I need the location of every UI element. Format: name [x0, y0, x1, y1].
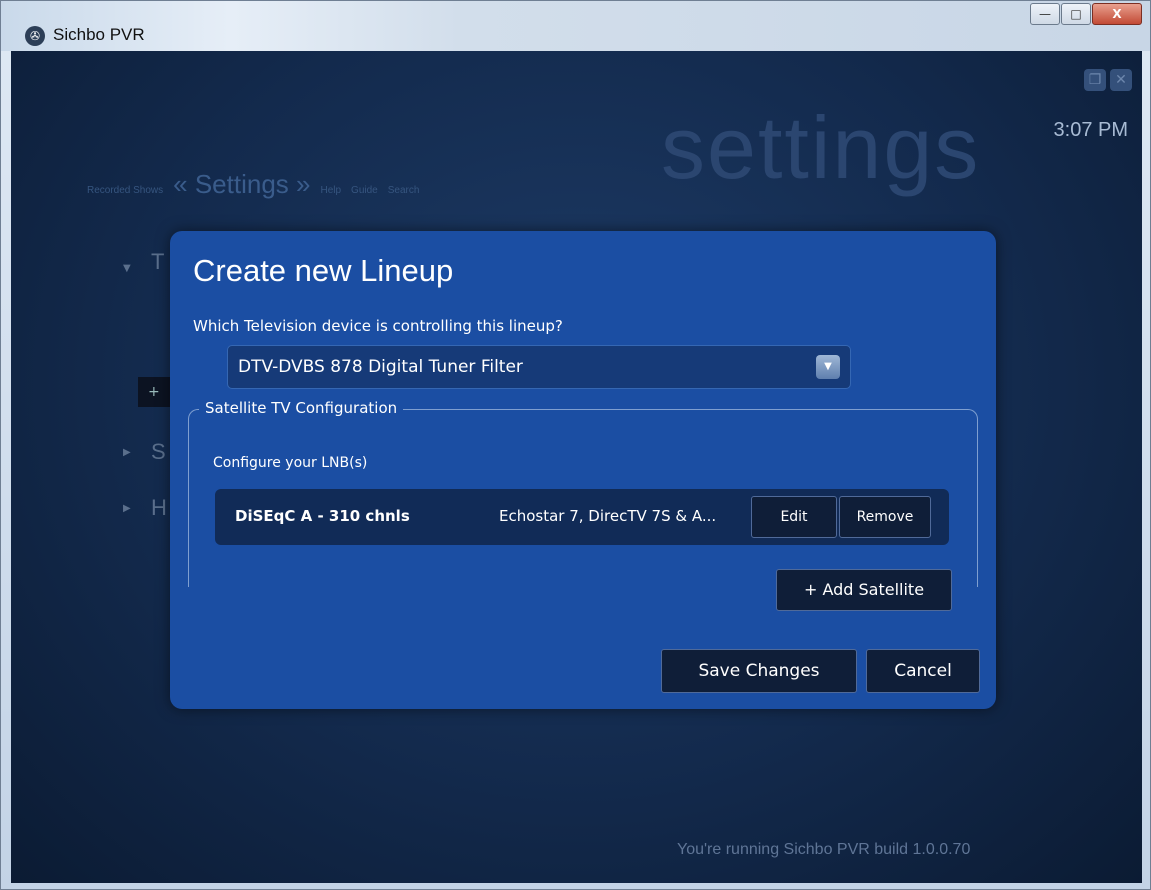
device-select[interactable]: DTV-DVBS 878 Digital Tuner Filter ▼ — [227, 345, 851, 389]
lnb-name: DiSEqC A - 310 chnls — [235, 507, 410, 525]
nav-search[interactable]: Search — [388, 185, 420, 196]
add-satellite-button[interactable]: + Add Satellite — [776, 569, 952, 611]
app-content: settings ❐ ✕ 3:07 PM Recorded Shows « Se… — [11, 51, 1142, 883]
window-controls: — □ X — [1029, 3, 1142, 25]
side-section-t[interactable]: T — [151, 249, 164, 275]
app-logo-icon: ✇ — [25, 26, 45, 46]
app-window: ✇ Sichbo PVR — □ X settings ❐ ✕ 3:07 PM … — [0, 0, 1151, 890]
nav-settings[interactable]: « Settings » — [173, 169, 310, 200]
create-lineup-dialog: Create new Lineup Which Television devic… — [170, 231, 996, 709]
close-button[interactable]: X — [1092, 3, 1142, 25]
corner-icons: ❐ ✕ — [1084, 69, 1132, 91]
lnb-satellites: Echostar 7, DirecTV 7S & A... — [499, 507, 717, 525]
side-add-button[interactable]: + — [138, 377, 172, 407]
save-changes-button[interactable]: Save Changes — [661, 649, 857, 693]
exit-icon[interactable]: ✕ — [1110, 69, 1132, 91]
remove-lnb-button[interactable]: Remove — [839, 496, 931, 538]
satellite-config-legend: Satellite TV Configuration — [199, 399, 404, 417]
device-question: Which Television device is controlling t… — [193, 317, 563, 335]
maximize-button[interactable]: □ — [1061, 3, 1091, 25]
restore-icon[interactable]: ❐ — [1084, 69, 1106, 91]
dialog-title: Create new Lineup — [193, 253, 454, 288]
edit-lnb-button[interactable]: Edit — [751, 496, 837, 538]
chevron-down-icon[interactable]: ▼ — [816, 355, 840, 379]
clock: 3:07 PM — [1053, 119, 1128, 141]
main-nav: Recorded Shows « Settings » Help Guide S… — [87, 169, 419, 200]
lnb-label: Configure your LNB(s) — [213, 455, 368, 471]
side-section-h[interactable]: H — [151, 495, 167, 521]
cancel-button[interactable]: Cancel — [866, 649, 980, 693]
nav-help[interactable]: Help — [320, 185, 341, 196]
collapsed-arrow-icon: ▶ — [123, 447, 131, 458]
settings-watermark: settings — [661, 98, 981, 197]
expanded-arrow-icon: ▼ — [123, 263, 131, 274]
window-title: Sichbo PVR — [53, 25, 145, 44]
collapsed-arrow-icon: ▶ — [123, 503, 131, 514]
nav-recorded-shows[interactable]: Recorded Shows — [87, 185, 163, 196]
title-bar[interactable]: ✇ Sichbo PVR — □ X — [1, 1, 1150, 51]
lnb-row: DiSEqC A - 310 chnls Echostar 7, DirecTV… — [215, 489, 949, 545]
minimize-button[interactable]: — — [1030, 3, 1060, 25]
build-info: You're running Sichbo PVR build 1.0.0.70 — [677, 841, 971, 858]
side-section-s[interactable]: S — [151, 439, 166, 465]
nav-guide[interactable]: Guide — [351, 185, 378, 196]
device-selected-value: DTV-DVBS 878 Digital Tuner Filter — [238, 357, 523, 377]
